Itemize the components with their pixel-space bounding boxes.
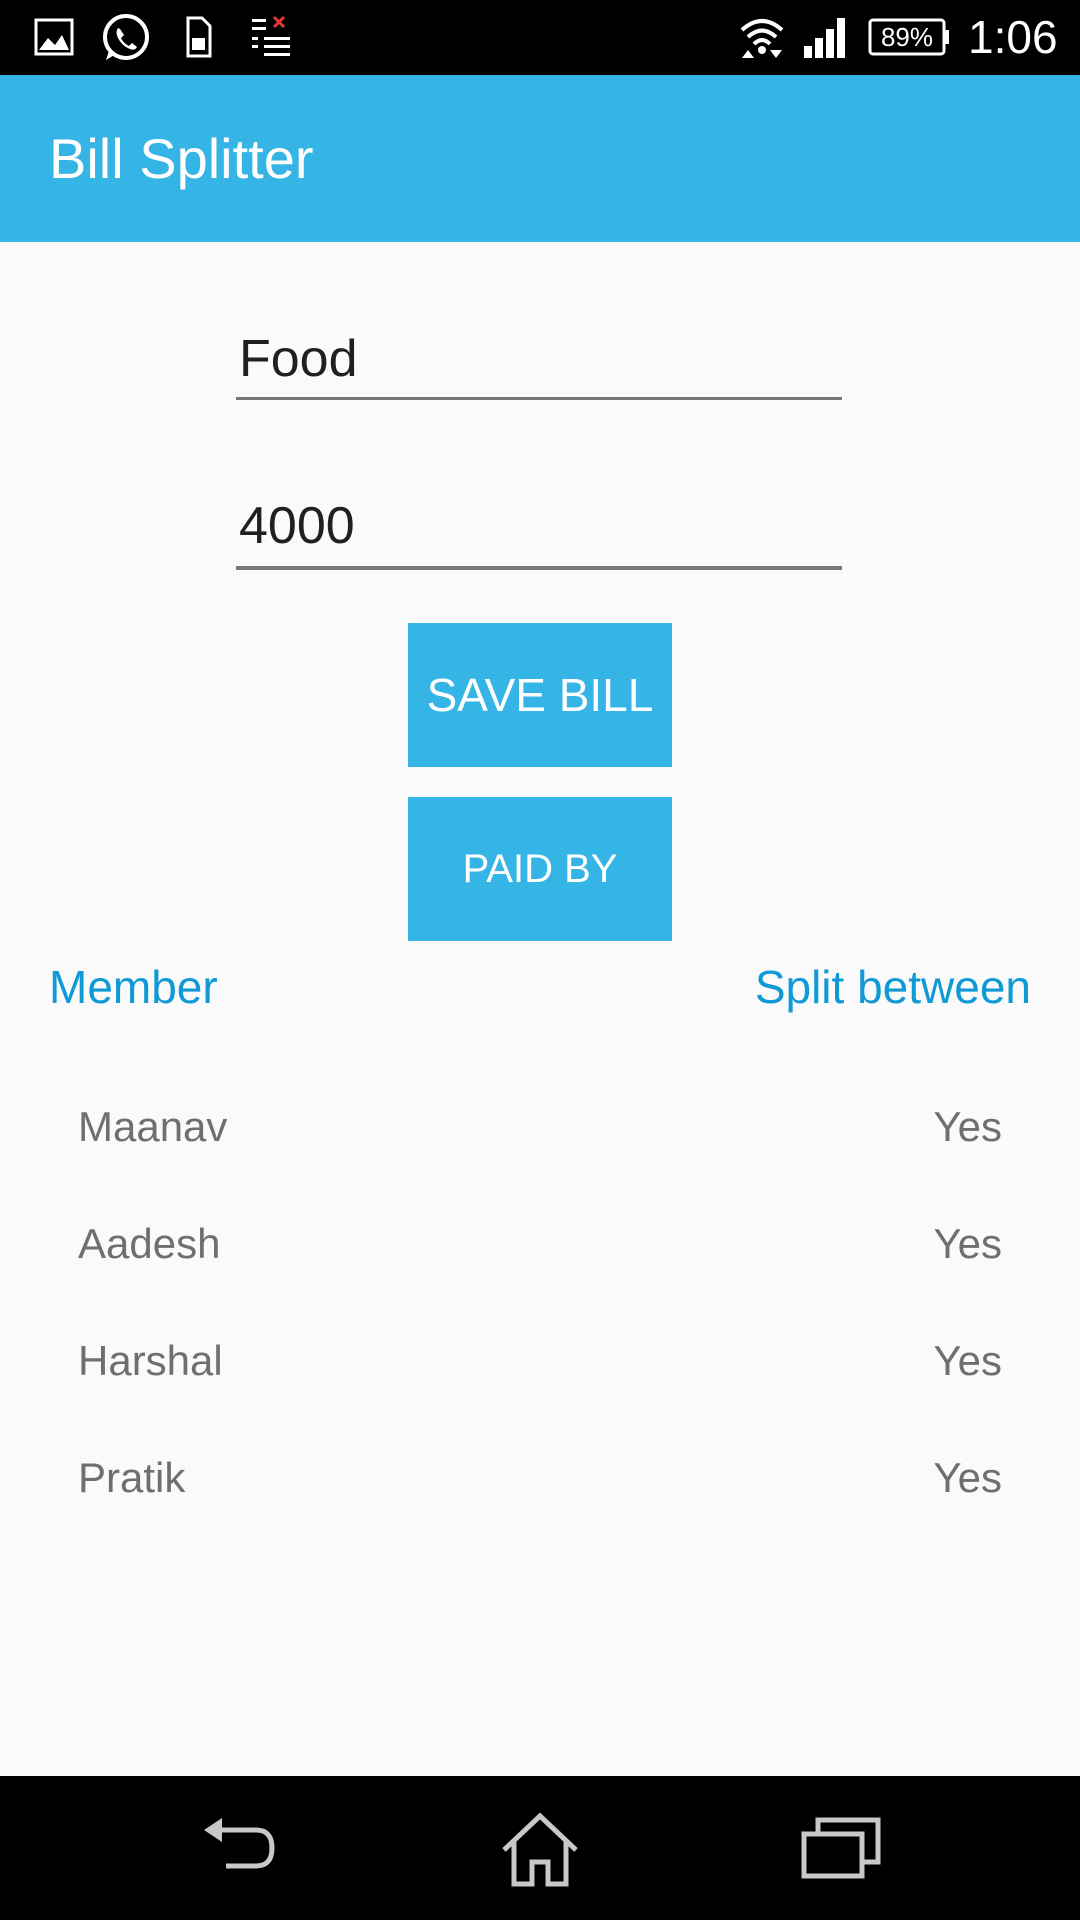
- member-name: Pratik: [78, 1454, 186, 1501]
- screen: 89% 1:06 Bill Splitter SAVE BILL PAID BY…: [0, 0, 1080, 1920]
- battery-percent: 89%: [880, 22, 934, 52]
- recents-icon[interactable]: [800, 1812, 884, 1882]
- member-row[interactable]: Harshal Yes: [0, 1302, 1080, 1419]
- task-list-icon: [252, 15, 290, 56]
- member-name: Maanav: [78, 1103, 228, 1150]
- member-split-value[interactable]: Yes: [933, 1185, 1002, 1302]
- home-icon[interactable]: [498, 1812, 582, 1888]
- member-row[interactable]: Maanav Yes: [0, 1068, 1080, 1185]
- amount-field[interactable]: [236, 486, 842, 570]
- back-icon[interactable]: [200, 1812, 284, 1884]
- app-title: Bill Splitter: [49, 127, 314, 190]
- status-bar: 89% 1:06: [0, 0, 1080, 75]
- member-split-value[interactable]: Yes: [933, 1068, 1002, 1185]
- battery-indicator: 89%: [868, 18, 950, 56]
- app-bar: Bill Splitter: [0, 75, 1080, 242]
- wifi-icon: [740, 19, 784, 58]
- signal-icon: [804, 18, 845, 58]
- member-split-value[interactable]: Yes: [933, 1302, 1002, 1419]
- split-column-header: Split between: [754, 961, 1031, 1013]
- member-row[interactable]: Aadesh Yes: [0, 1185, 1080, 1302]
- member-split-value[interactable]: Yes: [933, 1419, 1002, 1536]
- member-name: Aadesh: [78, 1220, 221, 1267]
- navigation-bar: [0, 1776, 1080, 1920]
- whatsapp-icon: [103, 14, 149, 60]
- member-name: Harshal: [78, 1337, 223, 1384]
- clock: 1:06: [968, 11, 1058, 63]
- sd-card-icon: [186, 16, 212, 58]
- bill-name-field[interactable]: [236, 320, 842, 400]
- gallery-icon: [34, 18, 74, 56]
- save-bill-button[interactable]: SAVE BILL: [408, 623, 672, 767]
- member-column-header: Member: [49, 961, 218, 1013]
- member-row[interactable]: Pratik Yes: [0, 1419, 1080, 1536]
- paid-by-button[interactable]: PAID BY: [408, 797, 672, 941]
